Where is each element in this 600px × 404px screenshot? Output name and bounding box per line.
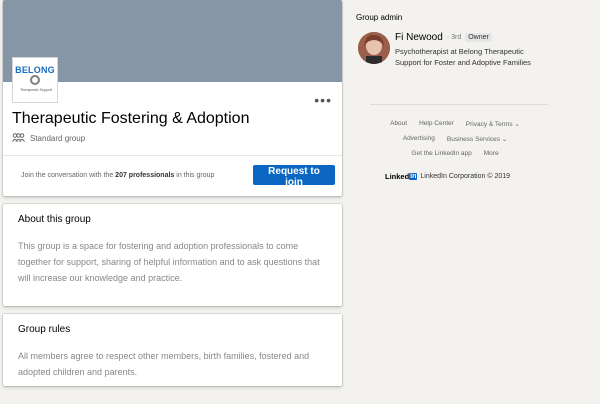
more-options-icon[interactable]: •••	[314, 92, 332, 108]
footer-links-row: Get the LinkedIn app More	[350, 150, 560, 157]
about-card: About this group This group is a space f…	[3, 204, 342, 306]
footer-link-advertising[interactable]: Advertising	[403, 135, 435, 143]
people-icon	[12, 133, 25, 144]
avatar[interactable]	[358, 32, 390, 64]
owner-badge: Owner	[465, 33, 492, 42]
linkedin-logo-icon: in	[409, 173, 418, 180]
divider	[370, 104, 548, 105]
footer-links-row: About Help Center Privacy & Terms ⌄	[350, 120, 560, 128]
linkedin-logo-text: Linked	[385, 172, 410, 181]
footer-link-more[interactable]: More	[484, 150, 499, 157]
admin-name[interactable]: Fi Newood	[395, 32, 443, 43]
group-title: Therapeutic Fostering & Adoption	[12, 110, 250, 127]
footer-link-privacy-terms[interactable]: Privacy & Terms ⌄	[466, 120, 520, 128]
group-type: Standard group	[12, 133, 85, 144]
admin-name-row: Fi Newood · 3rd Owner	[395, 32, 492, 43]
footer-links-row: Advertising Business Services ⌄	[350, 135, 560, 143]
about-title: About this group	[18, 214, 91, 225]
join-suffix: in this group	[174, 172, 215, 179]
logo-mark-icon	[30, 75, 40, 85]
group-header-card: BELONG Therapeutic Support ••• Therapeut…	[3, 0, 342, 196]
group-admin-heading: Group admin	[356, 13, 403, 22]
logo-brand-text: BELONG	[15, 65, 55, 75]
request-to-join-button[interactable]: Request to join	[253, 165, 335, 188]
group-type-label: Standard group	[30, 134, 86, 143]
join-prompt: Join the conversation with the 207 profe…	[21, 172, 214, 179]
footer-link-business-services[interactable]: Business Services ⌄	[447, 135, 507, 143]
footer-link-about[interactable]: About	[390, 120, 407, 128]
join-prefix: Join the conversation with the	[21, 172, 116, 179]
about-body: This group is a space for fostering and …	[18, 241, 320, 283]
rules-title: Group rules	[18, 324, 71, 335]
rules-card: Group rules All members agree to respect…	[3, 314, 342, 386]
footer-link-help-center[interactable]: Help Center	[419, 120, 454, 128]
connection-degree: · 3rd	[446, 34, 462, 41]
rules-body: All members agree to respect other membe…	[18, 351, 310, 377]
copyright-text: LinkedIn Corporation © 2019	[420, 173, 511, 180]
footer-brand: Linked in LinkedIn Corporation © 2019	[385, 172, 510, 181]
member-count: 207 professionals	[115, 172, 175, 179]
logo-tagline: Therapeutic Support	[20, 88, 52, 92]
divider	[3, 155, 342, 156]
group-logo[interactable]: BELONG Therapeutic Support	[12, 57, 58, 103]
admin-headline: Psychotherapist at Belong Therapeutic Su…	[395, 47, 531, 67]
footer-link-get-app[interactable]: Get the LinkedIn app	[411, 150, 471, 157]
